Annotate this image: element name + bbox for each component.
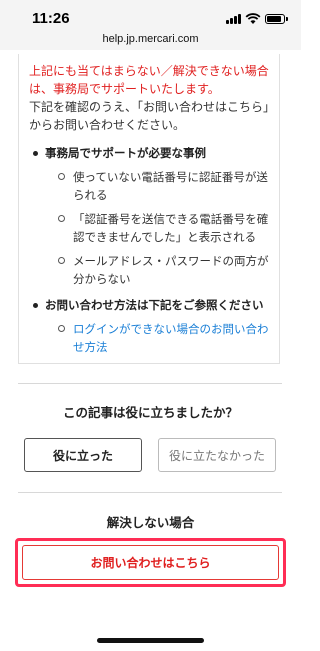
unsolved-heading: 解決しない場合 [106,515,195,530]
list-item: ログインができない場合のお問い合わせ方法 [45,320,271,356]
divider [18,383,282,384]
case-list: 使っていない電話番号に認証番号が送られる 「認証番号を送信できる電話番号を確認で… [45,168,271,288]
section-heading: 事務局でサポートが必要な事例 [45,146,206,160]
warning-text: 上記にも当てはまらない／解決できない場合は、事務局でサポートいたします。 [29,64,269,96]
link-list: ログインができない場合のお問い合わせ方法 [45,320,271,356]
feedback-question: この記事は役に立ちましたか？ [62,405,238,420]
clock: 11:26 [32,10,70,27]
case-item: 「認証番号を送信できる電話番号を確認できませんでした」と表示される [45,210,271,246]
article-box: 上記にも当てはまらない／解決できない場合は、事務局でサポートいたします。 下記を… [18,54,280,364]
contact-button[interactable]: お問い合わせはこちら [22,545,279,580]
home-indicator[interactable] [97,638,204,643]
section-list: 事務局でサポートが必要な事例 使っていない電話番号に認証番号が送られる 「認証番… [29,144,271,356]
section-item: 事務局でサポートが必要な事例 使っていない電話番号に認証番号が送られる 「認証番… [29,144,271,288]
case-item: メールアドレス・パスワードの両方が分からない [45,252,271,288]
battery-icon [265,14,288,24]
divider [18,492,282,493]
signal-icon [226,14,241,24]
helpful-button[interactable]: 役に立った [24,438,142,472]
system-icons [226,13,288,25]
contact-method-link[interactable]: ログインができない場合のお問い合わせ方法 [73,322,269,354]
address-bar[interactable]: help.jp.mercari.com [0,30,301,50]
case-item: 使っていない電話番号に認証番号が送られる [45,168,271,204]
instruction-text: 下記を確認のうえ、「お問い合わせはこちら」からお問い合わせください。 [29,100,270,132]
section-heading: お問い合わせ方法は下記をご参照ください [45,298,264,312]
not-helpful-button[interactable]: 役に立たなかった [158,438,276,472]
wifi-icon [245,13,261,24]
section-item: お問い合わせ方法は下記をご参照ください ログインができない場合のお問い合わせ方法 [29,296,271,356]
